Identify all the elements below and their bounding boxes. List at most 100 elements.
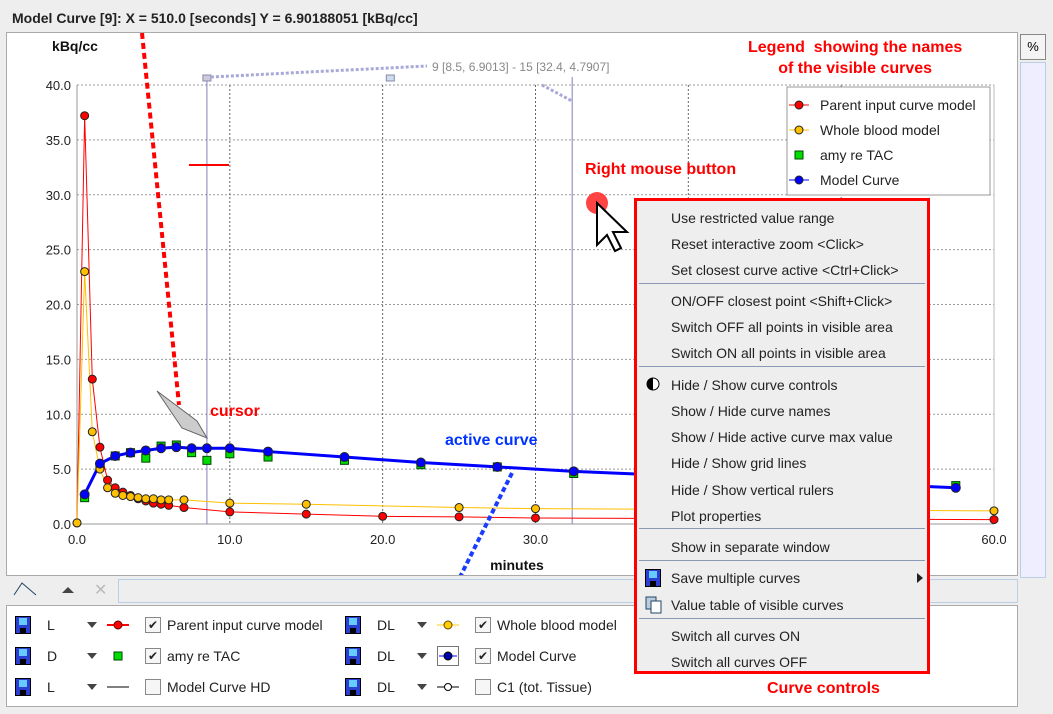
save-icon[interactable] <box>15 616 31 634</box>
curve-symbol-icon[interactable] <box>107 677 129 697</box>
data-point <box>301 499 311 509</box>
save-icon[interactable] <box>345 616 361 634</box>
menu-item[interactable]: Use restricted value range <box>671 208 834 228</box>
curve-visible-checkbox[interactable]: ✔ <box>475 648 491 664</box>
contrast-icon <box>645 376 663 394</box>
curve-visible-checkbox[interactable] <box>145 679 161 695</box>
curve-visible-checkbox[interactable]: ✔ <box>145 648 161 664</box>
mouse-cursor-icon <box>596 200 630 253</box>
dropdown-icon[interactable] <box>417 653 427 659</box>
data-point <box>339 452 350 463</box>
menu-item[interactable]: Show / Hide curve names <box>671 401 831 421</box>
menu-item[interactable]: Save multiple curves <box>671 568 800 588</box>
y-tick-label: 30.0 <box>46 188 71 203</box>
data-point <box>415 457 426 468</box>
curve-control-row: DL ✔ Model Curve <box>345 644 576 668</box>
cursor-annotation: cursor <box>210 403 260 420</box>
menu-separator <box>639 528 925 529</box>
data-point <box>87 427 97 437</box>
data-point <box>79 489 90 500</box>
data-point <box>378 511 388 521</box>
curve-symbol-icon[interactable] <box>437 677 459 697</box>
legend-swatch <box>794 125 804 135</box>
x-tick-label: 10.0 <box>217 532 242 547</box>
menu-item[interactable]: Switch ON all points in visible area <box>671 343 886 363</box>
curve-visible-checkbox[interactable] <box>475 679 491 695</box>
menu-item[interactable]: Switch all curves OFF <box>671 652 807 672</box>
menu-item[interactable]: Plot properties <box>671 506 761 526</box>
dropdown-icon[interactable] <box>87 684 97 690</box>
data-point <box>103 483 113 493</box>
curve-name: Model Curve HD <box>167 679 271 695</box>
display-mode[interactable]: L <box>31 617 87 633</box>
menu-item[interactable]: Hide / Show vertical rulers <box>671 480 834 500</box>
save-icon[interactable] <box>15 647 31 665</box>
curve-symbol-icon[interactable] <box>107 646 129 666</box>
dropdown-icon[interactable] <box>87 653 97 659</box>
curve-symbol-icon[interactable] <box>107 615 129 635</box>
menu-separator <box>639 618 925 619</box>
cursor-icon <box>156 390 209 440</box>
data-point <box>87 374 97 384</box>
menu-separator <box>639 366 925 367</box>
legend-entry: Model Curve <box>820 172 900 188</box>
vertical-scrollbar[interactable] <box>1020 62 1046 578</box>
data-point <box>125 492 135 502</box>
data-point <box>186 443 197 454</box>
data-point <box>72 518 82 528</box>
save-icon[interactable] <box>345 647 361 665</box>
x-tick-label: 30.0 <box>523 532 548 547</box>
curve-visible-checkbox[interactable]: ✔ <box>475 617 491 633</box>
data-point <box>95 442 105 452</box>
percent-button[interactable]: % <box>1020 34 1046 60</box>
menu-item[interactable]: Set closest curve active <Ctrl+Click> <box>671 260 899 280</box>
menu-item[interactable]: Value table of visible curves <box>671 595 844 615</box>
curve-symbol-icon[interactable] <box>437 615 459 635</box>
display-mode[interactable]: L <box>31 679 87 695</box>
save-icon[interactable] <box>345 678 361 696</box>
curve-visible-checkbox[interactable]: ✔ <box>145 617 161 633</box>
save-icon[interactable] <box>15 678 31 696</box>
data-point <box>103 475 113 485</box>
menu-separator <box>639 283 925 284</box>
menu-item[interactable]: Hide / Show curve controls <box>671 375 838 395</box>
data-point <box>118 490 128 500</box>
legend-swatch <box>794 150 804 160</box>
menu-item[interactable]: Reset interactive zoom <Click> <box>671 234 864 254</box>
menu-item[interactable]: Switch OFF all points in visible area <box>671 317 893 337</box>
display-mode[interactable]: DL <box>361 648 417 664</box>
menu-separator <box>639 560 925 561</box>
display-mode[interactable]: D <box>31 648 87 664</box>
data-point <box>110 488 120 498</box>
data-point <box>164 495 174 505</box>
y-tick-label: 20.0 <box>46 298 71 313</box>
dropdown-icon[interactable] <box>417 684 427 690</box>
dropdown-icon[interactable] <box>87 622 97 628</box>
dropdown-icon[interactable] <box>417 622 427 628</box>
y-tick-label: 10.0 <box>46 407 71 422</box>
data-point <box>454 503 464 513</box>
x-tick-label: 60.0 <box>981 532 1006 547</box>
data-point <box>225 507 235 517</box>
y-tick-label: 0.0 <box>53 517 71 532</box>
menu-item[interactable]: Show / Hide active curve max value <box>671 427 893 447</box>
menu-item[interactable]: ON/OFF closest point <Shift+Click> <box>671 291 892 311</box>
menu-item[interactable]: Show in separate window <box>671 537 830 557</box>
curve-style-icon <box>13 582 37 596</box>
curve-control-row: L ✔ Parent input curve model <box>15 613 323 637</box>
data-point <box>531 504 540 514</box>
data-point <box>492 461 503 472</box>
data-point <box>225 498 235 508</box>
curve-name: Whole blood model <box>497 617 617 633</box>
data-point <box>201 443 212 454</box>
display-mode[interactable]: DL <box>361 679 417 695</box>
menu-item[interactable]: Switch all curves ON <box>671 626 800 646</box>
menu-item[interactable]: Hide / Show grid lines <box>671 453 806 473</box>
curve-control-row: DL ✔ Whole blood model <box>345 613 617 637</box>
data-point <box>156 495 166 505</box>
y-axis-label: kBq/cc <box>52 38 98 54</box>
table-copy-icon <box>645 596 663 614</box>
data-point <box>148 494 158 504</box>
curve-symbol-icon[interactable] <box>437 646 459 666</box>
display-mode[interactable]: DL <box>361 617 417 633</box>
